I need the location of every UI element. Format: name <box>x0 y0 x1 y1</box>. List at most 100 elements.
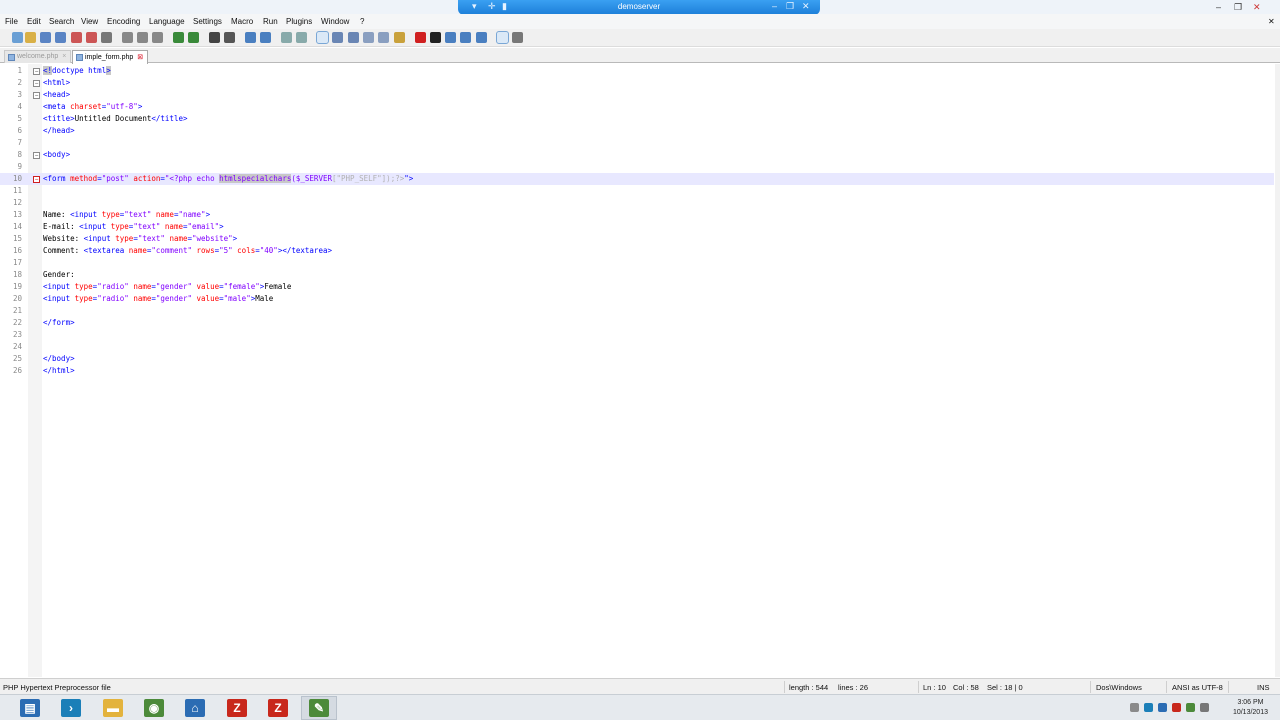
taskbar-powershell[interactable]: › <box>53 696 89 720</box>
code-line[interactable]: 22 </form> <box>0 317 1274 329</box>
menu-view[interactable]: View <box>81 17 98 26</box>
fold-toggle-icon[interactable]: − <box>33 80 40 87</box>
code-line[interactable]: 20 <input type="radio" name="gender" valu… <box>0 293 1274 305</box>
code-line[interactable]: 12 <box>0 197 1274 209</box>
zoom-in-icon[interactable] <box>245 32 256 43</box>
close-icon[interactable] <box>71 32 82 43</box>
taskbar-filezilla[interactable]: Z <box>260 696 296 720</box>
sync-horizontal-icon[interactable] <box>296 32 307 43</box>
menu-plugins[interactable]: Plugins <box>286 17 312 26</box>
code-line[interactable]: 10 − <form method="post" action="<?php ech… <box>0 173 1274 185</box>
restore-window-icon[interactable]: ❐ <box>1234 2 1242 13</box>
tab-close-icon[interactable]: ⊠ <box>137 54 143 61</box>
code-line[interactable]: 9 <box>0 161 1274 173</box>
code-line[interactable]: 19 <input type="radio" name="gender" valu… <box>0 281 1274 293</box>
fold-toggle-icon[interactable]: − <box>33 68 40 75</box>
doc-map-icon[interactable] <box>363 32 374 43</box>
menu-macro[interactable]: Macro <box>231 17 253 26</box>
tab-close-icon[interactable]: × <box>62 53 66 60</box>
restore-remote-icon[interactable]: ❐ <box>786 1 794 12</box>
minimize-remote-icon[interactable]: – <box>772 1 777 11</box>
taskbar-file-explorer[interactable]: ▬ <box>95 696 131 720</box>
function-list-icon[interactable] <box>378 32 389 43</box>
menu-help[interactable]: ? <box>360 17 364 26</box>
menu-edit[interactable]: Edit <box>27 17 41 26</box>
code-line[interactable]: 7 <box>0 137 1274 149</box>
tray-flag-icon[interactable] <box>1186 703 1195 712</box>
tray-expand-icon[interactable] <box>1130 703 1139 712</box>
code-line[interactable]: 26 </html> <box>0 365 1274 377</box>
tray-filezilla-icon[interactable] <box>1172 703 1181 712</box>
monitor-icon[interactable] <box>496 31 509 44</box>
code-line[interactable]: 25 </body> <box>0 353 1274 365</box>
tray-network-icon[interactable] <box>1158 703 1167 712</box>
code-line[interactable]: 16 Comment: <textarea name="comment" rows… <box>0 245 1274 257</box>
tab-welcome-php[interactable]: welcome.php × <box>4 50 72 63</box>
open-file-icon[interactable] <box>25 32 36 43</box>
taskbar-server-manager[interactable]: ▤ <box>12 696 48 720</box>
fold-toggle-icon[interactable]: − <box>33 92 40 99</box>
save-all-icon[interactable] <box>55 32 66 43</box>
code-line[interactable]: 5 <title>Untitled Document</title> <box>0 113 1274 125</box>
code-line[interactable]: 1 − <!doctype html> <box>0 65 1274 77</box>
code-line[interactable]: 21 <box>0 305 1274 317</box>
code-line[interactable]: 6 </head> <box>0 125 1274 137</box>
menu-settings[interactable]: Settings <box>193 17 222 26</box>
show-all-chars-icon[interactable] <box>332 32 343 43</box>
close-remote-icon[interactable]: ✕ <box>802 1 810 12</box>
paste-icon[interactable] <box>152 32 163 43</box>
taskbar-network[interactable]: ◉ <box>136 696 172 720</box>
fold-toggle-icon[interactable]: − <box>33 176 40 183</box>
print-icon[interactable] <box>101 32 112 43</box>
close-document-icon[interactable]: ✕ <box>1268 17 1275 26</box>
fold-toggle-icon[interactable]: − <box>33 152 40 159</box>
tray-app-icon[interactable] <box>1144 703 1153 712</box>
indent-guide-icon[interactable] <box>348 32 359 43</box>
code-line[interactable]: 13 Name: <input type="text" name="name"> <box>0 209 1274 221</box>
sync-vertical-icon[interactable] <box>281 32 292 43</box>
taskbar-notepad-plus-plus[interactable]: ✎ <box>301 696 337 720</box>
undo-icon[interactable] <box>173 32 184 43</box>
tray-volume-icon[interactable] <box>1200 703 1209 712</box>
taskbar-clock[interactable]: 3:06 PM 10/13/2013 <box>1233 698 1268 718</box>
find-icon[interactable] <box>209 32 220 43</box>
record-macro-icon[interactable] <box>415 32 426 43</box>
spellcheck-icon[interactable] <box>512 32 523 43</box>
tab-simple-form-php[interactable]: imple_form.php ⊠ <box>72 50 149 64</box>
word-wrap-icon[interactable] <box>316 31 329 44</box>
new-file-icon[interactable] <box>12 32 23 43</box>
code-line[interactable]: 2 − <html> <box>0 77 1274 89</box>
code-line[interactable]: 17 <box>0 257 1274 269</box>
code-line[interactable]: 24 <box>0 341 1274 353</box>
code-line[interactable]: 8 − <body> <box>0 149 1274 161</box>
code-line[interactable]: 3 − <head> <box>0 89 1274 101</box>
menu-language[interactable]: Language <box>149 17 185 26</box>
close-window-icon[interactable]: ✕ <box>1253 2 1261 13</box>
folder-as-workspace-icon[interactable] <box>394 32 405 43</box>
code-line[interactable]: 4 <meta charset="utf-8"> <box>0 101 1274 113</box>
close-all-icon[interactable] <box>86 32 97 43</box>
stop-macro-icon[interactable] <box>430 32 441 43</box>
run-macro-multiple-icon[interactable] <box>460 32 471 43</box>
save-icon[interactable] <box>40 32 51 43</box>
menu-file[interactable]: File <box>5 17 18 26</box>
menu-encoding[interactable]: Encoding <box>107 17 140 26</box>
code-editor[interactable]: 1− <!doctype html> 2− <html> 3− <head> 4 <meta … <box>0 64 1280 677</box>
cut-icon[interactable] <box>122 32 133 43</box>
menu-search[interactable]: Search <box>49 17 74 26</box>
copy-icon[interactable] <box>137 32 148 43</box>
replace-icon[interactable] <box>224 32 235 43</box>
menu-window[interactable]: Window <box>321 17 349 26</box>
code-line[interactable]: 18 Gender: <box>0 269 1274 281</box>
taskbar-remote-desktop[interactable]: ⌂ <box>177 696 213 720</box>
zoom-out-icon[interactable] <box>260 32 271 43</box>
taskbar-filezilla-server[interactable]: Z <box>219 696 255 720</box>
code-line[interactable]: 15 Website: <input type="text" name="webs… <box>0 233 1274 245</box>
code-line[interactable]: 14 E-mail: <input type="text" name="email… <box>0 221 1274 233</box>
code-line[interactable]: 23 <box>0 329 1274 341</box>
vertical-scrollbar[interactable] <box>1275 64 1280 677</box>
redo-icon[interactable] <box>188 32 199 43</box>
play-macro-icon[interactable] <box>445 32 456 43</box>
save-macro-icon[interactable] <box>476 32 487 43</box>
code-line[interactable]: 11 <box>0 185 1274 197</box>
